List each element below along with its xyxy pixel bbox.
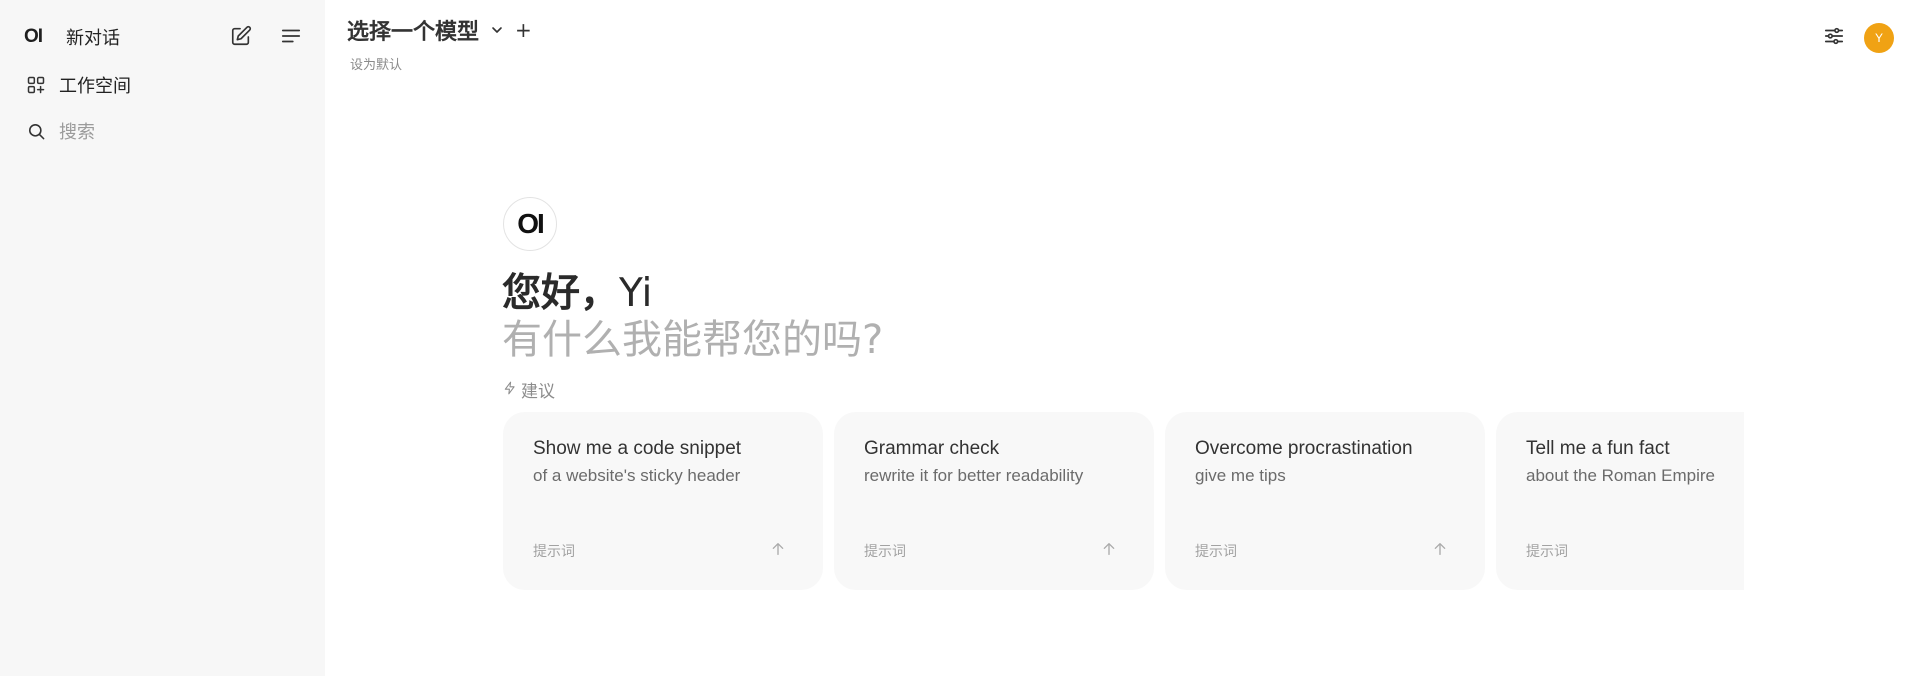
search-icon: [24, 119, 48, 143]
arrow-up-icon: [769, 540, 787, 558]
bolt-icon: [503, 380, 517, 400]
workspace-label: 工作空间: [59, 76, 131, 97]
sidebar-search[interactable]: 搜索: [24, 111, 95, 151]
suggestion-title: Grammar check: [864, 438, 1000, 459]
toggle-sidebar-button[interactable]: [277, 24, 305, 52]
suggestion-subtitle: of a website's sticky header: [533, 466, 741, 485]
arrow-up-icon: [1100, 540, 1118, 558]
add-model-button[interactable]: +: [515, 18, 532, 42]
suggestion-tag: 提示词: [864, 544, 906, 560]
user-avatar[interactable]: Y: [1864, 23, 1894, 53]
suggestion-cards: Show me a code snippet of a website's st…: [503, 412, 1744, 592]
suggestion-card[interactable]: Grammar check rewrite it for better read…: [834, 412, 1154, 590]
new-chat-label: 新对话: [66, 28, 120, 49]
set-default-link[interactable]: 设为默认: [350, 54, 402, 73]
menu-icon: [280, 25, 302, 51]
suggestion-tag: 提示词: [533, 544, 575, 560]
suggestion-title: Show me a code snippet: [533, 438, 742, 459]
model-selector[interactable]: 选择一个模型 +: [347, 14, 532, 46]
suggestions-label: 建议: [503, 377, 555, 402]
chevron-down-icon: [489, 22, 505, 38]
suggestion-card[interactable]: Tell me a fun fact about the Roman Empir…: [1496, 412, 1744, 590]
suggestion-subtitle: rewrite it for better readability: [864, 466, 1084, 485]
workspace-item[interactable]: 工作空间: [24, 65, 131, 105]
suggestion-tag: 提示词: [1526, 544, 1568, 560]
suggestion-tag: 提示词: [1195, 544, 1237, 560]
suggestion-subtitle: give me tips: [1195, 466, 1286, 485]
arrow-up-icon: [1431, 540, 1449, 558]
workspace-icon: [24, 73, 48, 97]
suggestion-title: Tell me a fun fact: [1526, 438, 1670, 459]
new-chat-item[interactable]: OI 新对话: [24, 17, 120, 57]
search-input[interactable]: 搜索: [59, 118, 95, 144]
greeting-subtitle: 有什么我能帮您的吗?: [502, 317, 884, 363]
model-logo: OI: [503, 197, 557, 251]
chat-controls-button[interactable]: [1820, 24, 1848, 52]
app-logo: OI: [24, 26, 43, 47]
sidebar: OI 新对话 工作空间 搜索: [0, 0, 325, 676]
new-chat-button[interactable]: [227, 24, 255, 52]
edit-icon: [230, 25, 252, 51]
sliders-icon: [1823, 25, 1845, 51]
suggestion-subtitle: about the Roman Empire: [1526, 466, 1715, 485]
model-selector-label: 选择一个模型: [347, 20, 480, 45]
suggestions-label-text: 建议: [521, 382, 555, 402]
suggestion-title: Overcome procrastination: [1195, 438, 1413, 459]
suggestion-card[interactable]: Show me a code snippet of a website's st…: [503, 412, 823, 590]
suggestion-card[interactable]: Overcome procrastination give me tips 提示…: [1165, 412, 1485, 590]
